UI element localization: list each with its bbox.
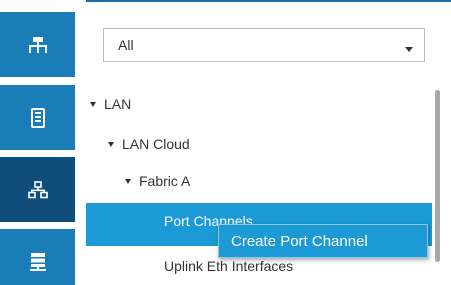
rail-button-lan[interactable] — [0, 157, 75, 222]
rail-button-servers[interactable] — [0, 85, 75, 150]
tree-node-lan[interactable]: LAN — [90, 94, 131, 114]
server-icon — [30, 107, 45, 128]
chevron-down-icon — [405, 47, 413, 52]
ucs-manager-navigation: All LAN LAN Cloud Fabric A Port Channels… — [0, 0, 451, 285]
network-topology-icon — [28, 36, 47, 53]
context-menu: Create Port Channel — [218, 224, 428, 258]
filter-dropdown[interactable]: All — [103, 28, 425, 62]
rail-button-storage[interactable] — [0, 229, 75, 285]
top-divider — [86, 0, 451, 2]
nav-icon-rail — [0, 0, 86, 285]
filter-selected-value: All — [118, 37, 134, 53]
expand-triangle-icon[interactable] — [108, 141, 114, 147]
tree-node-fabric-a[interactable]: Fabric A — [125, 171, 190, 191]
menu-item-create-port-channel[interactable]: Create Port Channel — [231, 233, 368, 250]
tree-node-label: LAN — [104, 96, 132, 112]
rail-button-equipment[interactable] — [0, 12, 75, 77]
tree-node-uplink-eth-interfaces[interactable]: Uplink Eth Interfaces — [164, 258, 293, 274]
tree-node-label: Fabric A — [139, 173, 191, 189]
expand-triangle-icon[interactable] — [125, 178, 131, 184]
expand-triangle-icon[interactable] — [90, 101, 96, 107]
tree-node-lan-cloud[interactable]: LAN Cloud — [108, 134, 190, 154]
tree-node-label: LAN Cloud — [122, 136, 190, 152]
tree-scrollbar-thumb[interactable] — [435, 90, 440, 262]
lan-network-icon — [27, 180, 48, 198]
storage-icon — [29, 252, 46, 271]
